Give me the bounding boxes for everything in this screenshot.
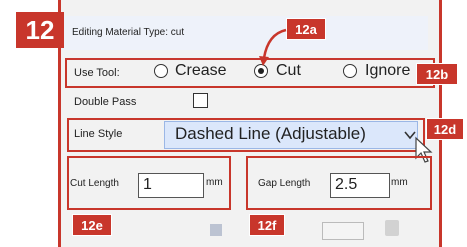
cut-length-value[interactable]: 1 [143,176,152,194]
radio-ignore[interactable] [343,64,357,78]
double-pass-label: Double Pass [74,96,137,108]
callout-arrow-icon [259,28,287,66]
callout-12e: 12e [72,214,112,236]
use-tool-label: Use Tool: [74,67,120,79]
radio-crease-label[interactable]: Crease [175,62,227,80]
gap-length-label: Gap Length [258,178,311,189]
faded-field [322,222,364,240]
line-style-label: Line Style [74,128,123,140]
radio-ignore-label[interactable]: Ignore [365,62,410,80]
gap-length-unit: mm [391,177,408,188]
faded-lock-icon [385,220,399,236]
double-pass-checkbox[interactable] [193,93,208,108]
gap-length-value[interactable]: 2.5 [335,176,357,194]
radio-crease[interactable] [154,64,168,78]
step-badge: 12 [16,12,64,48]
callout-12b: 12b [416,63,458,85]
line-style-value[interactable]: Dashed Line (Adjustable) [175,124,366,144]
callout-12f: 12f [249,214,285,236]
callout-12d: 12d [426,118,464,140]
cut-length-label: Cut Length [70,178,119,189]
faded-icon [210,224,222,236]
window-title: Editing Material Type: cut [72,27,185,38]
cut-length-unit: mm [206,177,223,188]
